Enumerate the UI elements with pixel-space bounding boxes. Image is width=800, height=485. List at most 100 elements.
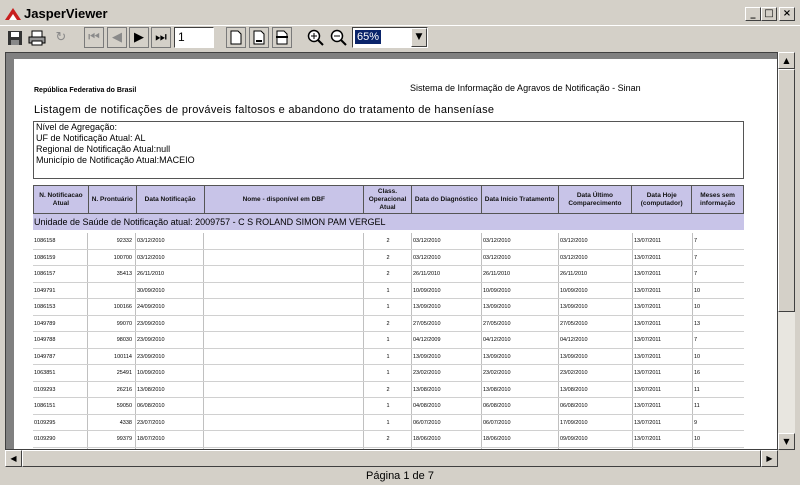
zoom-value: 65%	[355, 30, 382, 44]
scroll-down-icon[interactable]: ▼	[778, 433, 795, 450]
table-row: 0109295 4338 23/07/2010 1 06/07/2010 06/07/20…	[33, 414, 744, 431]
table-cell: 13/07/2011	[633, 398, 693, 414]
table-row: 1049787 100114 23/09/2010 1 13/09/2010 13/09/…	[33, 348, 744, 365]
horizontal-scrollbar[interactable]: ◀ ▶	[5, 450, 778, 467]
scroll-up-icon[interactable]: ▲	[778, 52, 795, 69]
table-cell: 1	[364, 365, 412, 381]
table-cell: 13/07/2011	[633, 315, 693, 331]
table-cell: 100166	[88, 299, 136, 315]
table-cell: 1049788	[33, 332, 88, 348]
table-cell: 06/08/2010	[136, 398, 204, 414]
table-cell: 06/07/2010	[412, 414, 482, 430]
table-cell: 13/07/2011	[633, 266, 693, 282]
zoom-select[interactable]: 65% ▼	[352, 27, 428, 48]
table-row: 0109290 99379 18/07/2010 2 18/06/2010 18/06/2…	[33, 431, 744, 448]
column-header: Data Início Tratamento	[482, 186, 559, 213]
table-cell: 13/09/2010	[559, 348, 633, 364]
actual-size-icon[interactable]	[226, 27, 246, 48]
table-cell: 10	[694, 353, 701, 360]
table-cell: 04/08/2010	[412, 398, 482, 414]
table-cell: 1086151	[33, 398, 88, 414]
table-cell: 7	[694, 337, 698, 343]
table-cell	[204, 315, 364, 331]
maximize-icon[interactable]: □	[761, 7, 777, 21]
table-cell: 04/12/2010	[482, 332, 559, 348]
report-header-left: República Federativa do Brasil	[34, 87, 137, 94]
title-bar: JasperViewer _ □ ×	[0, 0, 800, 26]
vertical-scrollbar[interactable]: ▲ ▼	[778, 52, 795, 450]
table-cell: 13/09/2010	[559, 299, 633, 315]
table-row: 1086158 92332 03/12/2010 2 03/12/2010 03/12/2…	[33, 233, 744, 250]
scroll-thumb[interactable]	[22, 450, 761, 467]
table-cell: 04/12/2009	[412, 332, 482, 348]
table-row: 1049791 30/09/2010 1 10/09/2010 10/09/2010 10…	[33, 282, 744, 299]
table-cell: 1	[364, 332, 412, 348]
next-page-icon[interactable]: ▶	[129, 27, 149, 48]
table-cell: 7	[694, 238, 698, 244]
table-cell: 11	[694, 403, 700, 409]
table-cell: 4338	[88, 414, 136, 430]
scroll-thumb[interactable]	[778, 69, 795, 312]
table-cell	[204, 414, 364, 430]
table-row: 1086151 59050 06/08/2010 1 04/08/2010 06/08/2…	[33, 398, 744, 415]
table-cell: 0109290	[33, 431, 88, 447]
table-cell: 06/07/2010	[482, 414, 559, 430]
table-cell: 11	[694, 386, 700, 393]
column-header: Data Notificação	[137, 186, 205, 213]
table-cell: 1049791	[33, 282, 88, 298]
column-header: Class. Operacional Atual	[364, 186, 412, 213]
unit-group-header: Unidade de Saúde de Notificação atual: 2…	[33, 214, 744, 230]
table-cell: 7	[694, 271, 698, 277]
table-cell: 16	[694, 370, 701, 376]
table-cell: 23/07/2010	[136, 414, 204, 430]
previous-page-icon[interactable]: ◀	[107, 27, 127, 48]
report-viewport[interactable]: República Federativa do Brasil Sistema d…	[5, 52, 778, 450]
table-cell: 26/11/2010	[136, 266, 204, 282]
save-icon[interactable]	[5, 27, 25, 48]
table-cell	[88, 282, 136, 298]
table-cell: 1049787	[33, 348, 88, 364]
minimize-icon[interactable]: _	[745, 7, 761, 21]
column-header: Data Hoje (computador)	[632, 186, 693, 213]
filter-line: Município de Notificação Atual:MACEIO	[36, 155, 195, 165]
table-cell: 2	[364, 431, 412, 447]
table-cell: 1	[364, 282, 412, 298]
table-cell: 92332	[88, 233, 136, 249]
table-cell: 06/08/2010	[559, 398, 633, 414]
column-header: Meses sem informação	[700, 191, 736, 207]
first-page-icon[interactable]: ⏮	[84, 27, 104, 48]
table-cell: 2	[364, 249, 412, 265]
scroll-left-icon[interactable]: ◀	[5, 450, 22, 467]
zoom-in-icon[interactable]	[305, 27, 325, 48]
close-icon[interactable]: ×	[779, 7, 795, 21]
table-cell: 59050	[88, 398, 136, 414]
table-cell: 30/09/2010	[136, 282, 204, 298]
table-cell: 26216	[88, 381, 136, 397]
print-icon[interactable]	[27, 27, 47, 48]
zoom-out-icon[interactable]	[328, 27, 348, 48]
table-cell: 18/06/2010	[412, 431, 482, 447]
page-number-input[interactable]: 1	[174, 27, 214, 48]
table-cell: 24/09/2010	[136, 299, 204, 315]
table-cell: 17/09/2010	[559, 414, 633, 430]
table-cell: 10/09/2010	[482, 282, 559, 298]
scroll-right-icon[interactable]: ▶	[761, 450, 778, 467]
table-cell: 1	[364, 414, 412, 430]
table-cell: 23/02/2010	[482, 365, 559, 381]
table-cell: 10/09/2010	[559, 282, 633, 298]
table-cell: 100114	[88, 348, 136, 364]
last-page-icon[interactable]: ⏭	[151, 27, 171, 48]
fit-width-icon[interactable]	[272, 27, 292, 48]
reload-icon[interactable]: ↻	[51, 27, 71, 48]
table-cell: 13/08/2010	[559, 381, 633, 397]
table-cell: 13/08/2010	[412, 381, 482, 397]
fit-page-icon[interactable]	[249, 27, 269, 48]
table-cell: 9	[694, 419, 698, 426]
table-cell: 25491	[88, 365, 136, 381]
table-cell	[204, 381, 364, 397]
table-cell: 03/12/2010	[482, 233, 559, 249]
chevron-down-icon[interactable]: ▼	[411, 28, 427, 47]
table-cell: 26/11/2010	[482, 266, 559, 282]
table-cell: 0109295	[33, 414, 88, 430]
table-cell: 06/08/2010	[482, 398, 559, 414]
